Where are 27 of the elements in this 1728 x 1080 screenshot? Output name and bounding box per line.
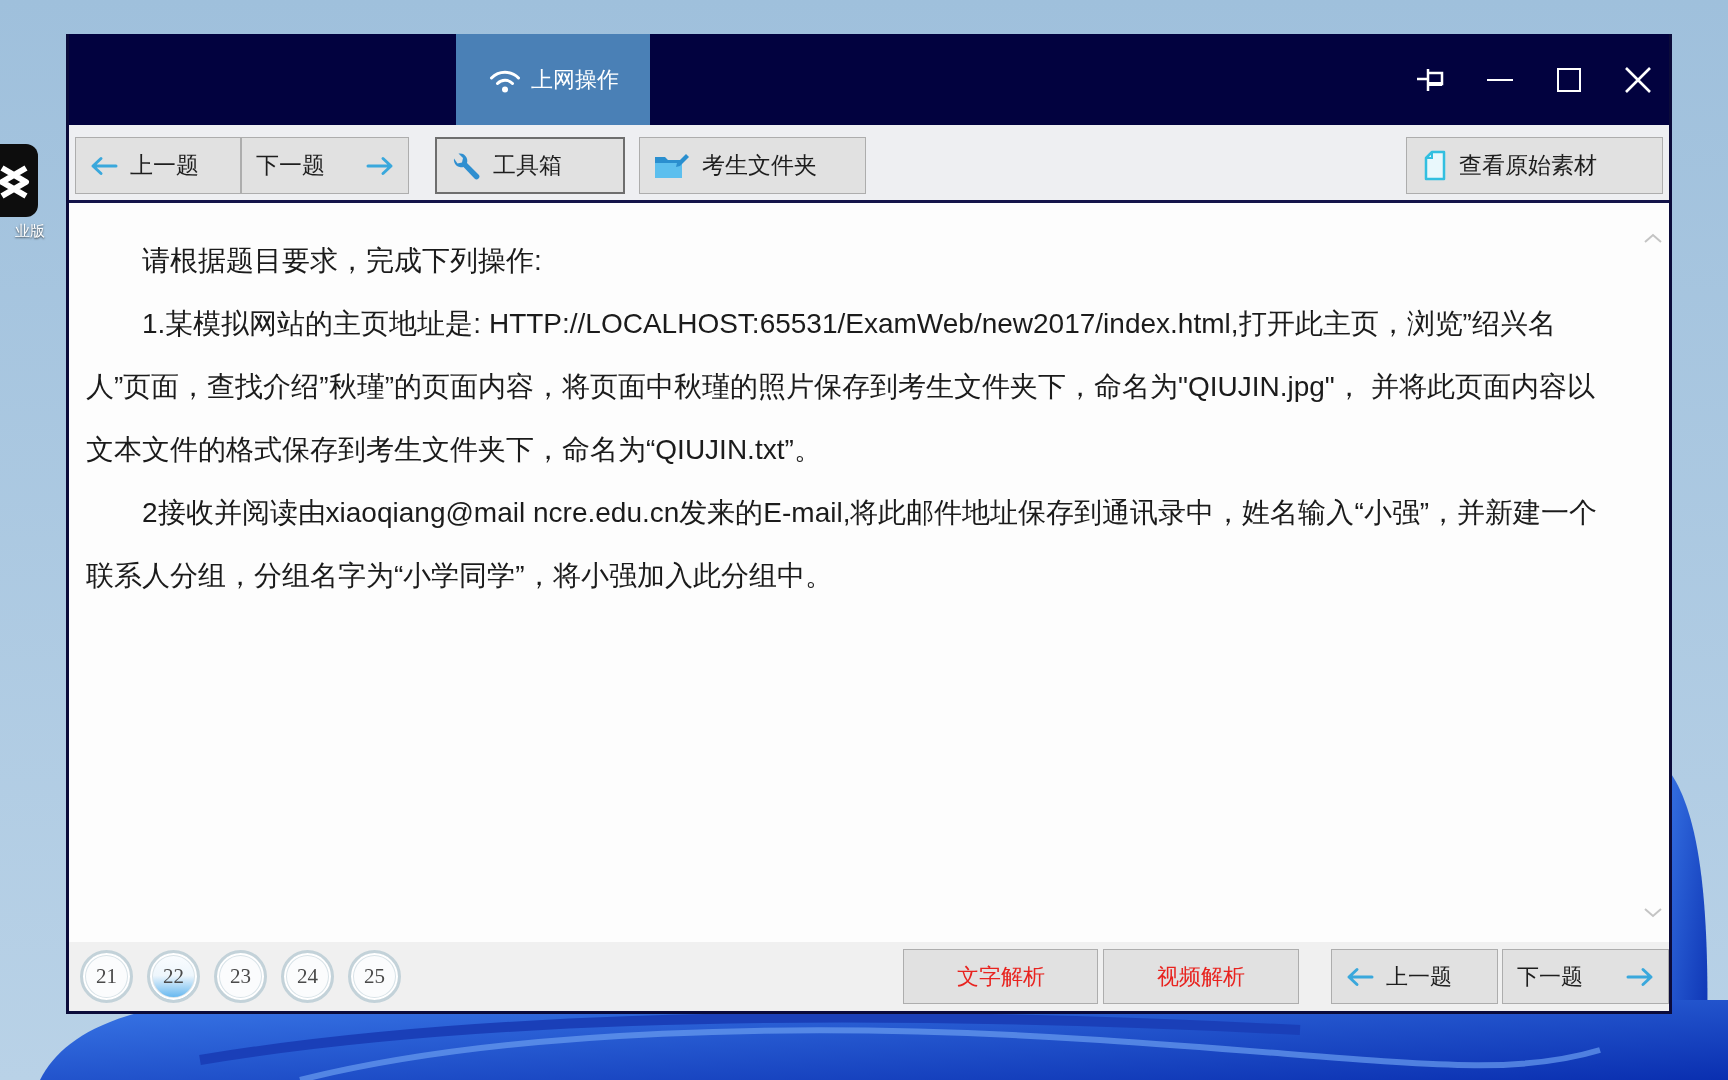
question-number-button[interactable]: 24: [281, 950, 334, 1003]
wrench-icon: [451, 150, 481, 181]
question-number-button[interactable]: 25: [348, 950, 401, 1003]
pin-icon[interactable]: [1416, 66, 1444, 93]
document-icon: [1423, 150, 1447, 181]
previous-question-button[interactable]: 上一题: [75, 137, 241, 194]
app-icon[interactable]: [0, 144, 38, 217]
tab[interactable]: 上网操作: [456, 34, 650, 125]
student-folder-button[interactable]: 考生文件夹: [639, 137, 866, 194]
next-question-button[interactable]: 下一题: [241, 137, 409, 194]
folder-icon: [654, 151, 690, 180]
previous-question-button[interactable]: 上一题: [1331, 949, 1498, 1004]
right-arrow-icon: [366, 155, 394, 176]
view-material-button[interactable]: 查看原始素材: [1406, 137, 1663, 194]
question-number-button[interactable]: 23: [214, 950, 267, 1003]
left-arrow-icon: [1346, 966, 1374, 987]
question-paragraph: 1.某模拟网站的主页地址是: HTTP://LOCALHOST:65531/ExamWeb/new2017/index.html,打开此主页，浏览”绍兴名人”页面，查找介绍”秋瑾”的页面内容，将页面中秋瑾的照片保存到考生文件夹下，命名为"QIUJIN.jpg"， 并将此页面内容以文本文件的格式保存到考生文件夹下，命名为“QIUJIN.txt”。: [86, 307, 1596, 467]
question-paragraph: 2接收并阅读由xiaoqiang@mail ncre.edu.cn发来的E-mail,将此邮件地址保存到通讯录中，姓名输入“小强”，并新建一个联系人分组，分组名字为“小学同学”，将小强加入此分组中。: [86, 496, 1599, 593]
next-question-button[interactable]: 下一题: [1502, 949, 1669, 1004]
question-paragraph: 请根据题目要求，完成下列操作:: [141, 244, 543, 278]
question-number-button[interactable]: 21: [80, 950, 133, 1003]
maximize-icon[interactable]: [1556, 66, 1582, 93]
close-icon[interactable]: [1624, 65, 1652, 94]
question-number-button[interactable]: 22: [147, 950, 200, 1003]
left-arrow-icon: [90, 155, 118, 176]
right-arrow-icon: [1626, 966, 1654, 987]
toolbox-button[interactable]: 工具箱: [435, 137, 625, 194]
